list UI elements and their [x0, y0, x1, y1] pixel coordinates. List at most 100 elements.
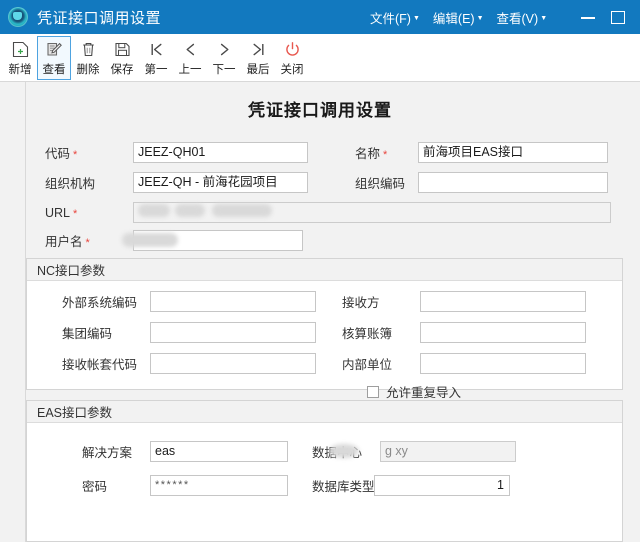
title-bar: 凭证接口调用设置 文件(F) ▼ 编辑(E) ▼ 查看(V) ▼ — [0, 0, 640, 34]
first-record-icon — [145, 39, 167, 59]
app-logo-icon — [8, 7, 28, 27]
external-system-code-input[interactable] — [150, 291, 316, 312]
receiver-label: 接收方 — [342, 296, 380, 310]
chevron-down-icon: ▼ — [412, 14, 420, 22]
url-label: URL * — [45, 205, 78, 220]
toolbar-button-close-label: 关闭 — [280, 64, 304, 76]
menu-file-label: 文件(F) — [370, 11, 411, 26]
toolbar-button-add-label: 新增 — [8, 64, 32, 76]
field-row-url: URL * — [45, 202, 611, 223]
chevron-down-icon: ▼ — [476, 14, 484, 22]
toolbar-button-view[interactable]: 查看 — [37, 36, 71, 80]
receiving-account-set-code-label: 接收帐套代码 — [62, 358, 138, 372]
group-code-label: 集团编码 — [62, 327, 113, 341]
eas-section-title: EAS接口参数 — [27, 401, 622, 423]
nc-section-panel: NC接口参数 外部系统编码 集团编码 接收帐套代码 接收方 核算账簿 内部单位 … — [26, 258, 623, 400]
minimize-icon[interactable] — [580, 9, 596, 25]
power-close-icon — [281, 39, 303, 59]
solution-label: 解决方案 — [82, 446, 133, 460]
field-row-database-type: 数据库类型 1 — [312, 475, 510, 496]
eas-section-body: 解决方案 eas 密码 ****** 数据中心 g xy 数据库类型 1 — [27, 423, 622, 541]
field-row-group-code: 集团编码 — [62, 322, 316, 343]
group-code-input[interactable] — [150, 322, 316, 343]
toolbar-button-next-label: 下一 — [212, 64, 236, 76]
data-center-label: 数据中心 — [312, 446, 363, 460]
data-center-input[interactable]: g xy — [380, 441, 516, 462]
field-row-username: 用户名 * — [45, 230, 303, 251]
toolbar-button-first-label: 第一 — [144, 64, 168, 76]
username-label: 用户名 * — [45, 235, 90, 249]
allow-duplicate-import-checkbox[interactable] — [367, 385, 379, 398]
allow-duplicate-import-checkbox-row[interactable]: 允许重复导入 — [367, 382, 461, 401]
password-input[interactable]: ****** — [150, 475, 288, 496]
allow-duplicate-import-label: 允许重复导入 — [386, 386, 462, 400]
accounting-ledger-label: 核算账簿 — [342, 327, 393, 341]
field-row-password: 密码 ****** — [82, 475, 288, 496]
toolbar-button-add[interactable]: 新增 — [3, 36, 37, 80]
external-system-code-label: 外部系统编码 — [62, 296, 138, 310]
toolbar-button-previous-label: 上一 — [178, 64, 202, 76]
database-type-label: 数据库类型 — [312, 480, 375, 494]
field-row-name: 名称 * 前海项目EAS接口 — [355, 142, 608, 163]
menu-view[interactable]: 查看(V) ▼ — [497, 8, 548, 27]
menu-file[interactable]: 文件(F) ▼ — [370, 8, 420, 27]
receiving-account-set-code-input[interactable] — [150, 353, 316, 374]
nc-section-title: NC接口参数 — [27, 259, 622, 281]
toolbar-button-delete-label: 删除 — [76, 64, 100, 76]
window-controls — [580, 0, 634, 34]
accounting-ledger-input[interactable] — [420, 322, 586, 343]
add-icon — [9, 39, 31, 59]
field-row-code: 代码 * JEEZ-QH01 — [45, 142, 308, 163]
code-input[interactable]: JEEZ-QH01 — [133, 142, 308, 163]
last-record-icon — [247, 39, 269, 59]
name-input[interactable]: 前海项目EAS接口 — [418, 142, 608, 163]
toolbar-button-view-label: 查看 — [42, 64, 66, 76]
org-code-input[interactable] — [418, 172, 608, 193]
toolbar-button-last[interactable]: 最后 — [241, 36, 275, 80]
content-area: 凭证接口调用设置 代码 * JEEZ-QH01 名称 * 前海项目EAS接口 组织机… — [0, 82, 640, 542]
save-icon — [111, 39, 133, 59]
solution-input[interactable]: eas — [150, 441, 288, 462]
toolbar-button-next[interactable]: 下一 — [207, 36, 241, 80]
username-input[interactable] — [133, 230, 303, 251]
toolbar-button-previous[interactable]: 上一 — [173, 36, 207, 80]
toolbar-button-first[interactable]: 第一 — [139, 36, 173, 80]
maximize-icon[interactable] — [610, 9, 626, 25]
field-row-external-system-code: 外部系统编码 — [62, 291, 316, 312]
window-title: 凭证接口调用设置 — [37, 9, 162, 27]
receiver-input[interactable] — [420, 291, 586, 312]
toolbar: 新增 查看 删除 保存 第一 上一 下一 最后 关闭 — [0, 34, 640, 82]
field-row-receiving-account-set-code: 接收帐套代码 — [62, 353, 316, 374]
toolbar-button-save[interactable]: 保存 — [105, 36, 139, 80]
code-label: 代码 * — [45, 147, 78, 161]
org-input[interactable]: JEEZ-QH - 前海花园项目 — [133, 172, 308, 193]
toolbar-button-delete[interactable]: 删除 — [71, 36, 105, 80]
menu-bar: 文件(F) ▼ 编辑(E) ▼ 查看(V) ▼ — [370, 0, 547, 34]
toolbar-button-last-label: 最后 — [246, 64, 270, 76]
url-input[interactable] — [133, 202, 611, 223]
previous-record-icon — [179, 39, 201, 59]
toolbar-button-save-label: 保存 — [110, 64, 134, 76]
internal-unit-input[interactable] — [420, 353, 586, 374]
name-label: 名称 * — [355, 147, 388, 161]
form-area: 代码 * JEEZ-QH01 名称 * 前海项目EAS接口 组织机构 JEEZ-QH… — [0, 134, 640, 542]
menu-view-label: 查看(V) — [496, 11, 539, 26]
field-row-internal-unit: 内部单位 — [342, 353, 586, 374]
chevron-down-icon: ▼ — [540, 14, 548, 22]
database-type-input[interactable]: 1 — [374, 475, 510, 496]
page-title: 凭证接口调用设置 — [248, 101, 392, 120]
next-record-icon — [213, 39, 235, 59]
field-row-accounting-ledger: 核算账簿 — [342, 322, 586, 343]
field-row-org-code: 组织编码 — [355, 172, 608, 193]
password-label: 密码 — [82, 480, 108, 494]
menu-edit[interactable]: 编辑(E) ▼ — [433, 8, 484, 27]
field-row-org: 组织机构 JEEZ-QH - 前海花园项目 — [45, 172, 308, 193]
eas-section-panel: EAS接口参数 解决方案 eas 密码 ****** 数据中心 g xy 数据库… — [26, 400, 623, 542]
view-edit-icon — [43, 39, 65, 59]
field-row-solution: 解决方案 eas — [82, 441, 288, 462]
org-label: 组织机构 — [45, 177, 96, 191]
field-row-receiver: 接收方 — [342, 291, 586, 312]
internal-unit-label: 内部单位 — [342, 358, 393, 372]
nc-section-body: 外部系统编码 集团编码 接收帐套代码 接收方 核算账簿 内部单位 允许重复导入 — [27, 281, 622, 400]
toolbar-button-close[interactable]: 关闭 — [275, 36, 309, 80]
